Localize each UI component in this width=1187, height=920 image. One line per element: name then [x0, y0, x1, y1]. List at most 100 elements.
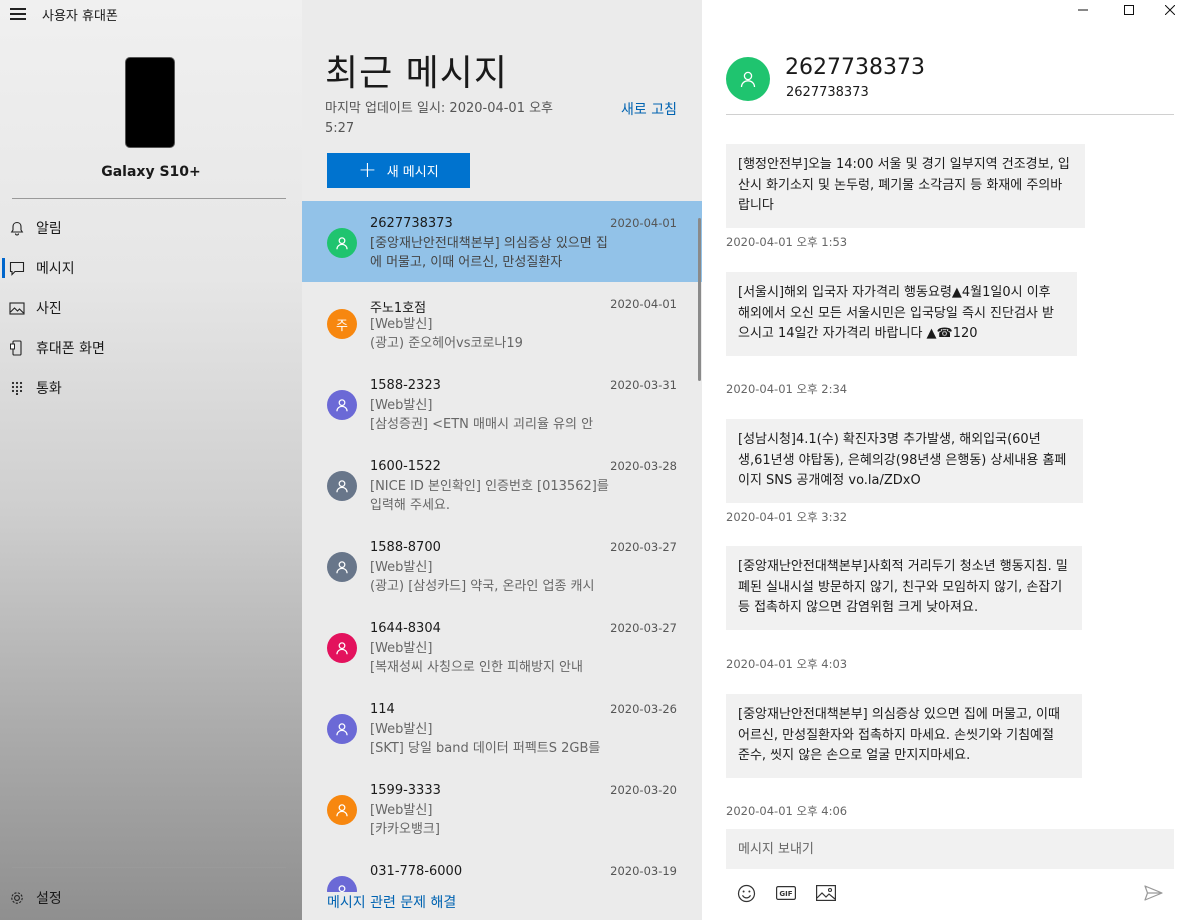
conversation-preview: [Web발신] [복재성씨 사칭으로 인한 피해방지 안내	[370, 641, 583, 675]
person-icon	[740, 71, 756, 88]
gear-icon	[0, 890, 36, 906]
nav-divider	[12, 198, 286, 199]
conversation-date: 2020-03-28	[610, 459, 677, 473]
conversation-item[interactable]: 114 2020-03-26 [Web발신] [SKT] 당일 band 데이터 퍼…	[302, 687, 702, 768]
nav-item-label: 통화	[36, 381, 62, 397]
conversation-name: 1599-3333	[370, 783, 441, 798]
conversation-preview: [NICE ID 본인확인] 인증번호 [013562]를 입력해 주세요.	[370, 479, 609, 513]
message-timestamp: 2020-04-01 오후 3:32	[726, 510, 848, 524]
nav-item-notifications[interactable]: 알림	[0, 209, 302, 247]
page-title: 최근 메시지	[325, 53, 509, 94]
navigation-pane: 사용자 휴대폰 Galaxy S10+ 알림 메시지 사진 휴대폰 화면 통화	[0, 0, 302, 920]
nav-item-label: 메시지	[36, 261, 75, 277]
close-icon[interactable]	[1152, 0, 1187, 20]
conversation-preview: [중앙재난안전대책본부] 의심증상 있으면 집에 머물고, 이때 어르신, 만성…	[370, 236, 608, 270]
device-name: Galaxy S10+	[101, 164, 201, 180]
contact-avatar	[327, 633, 357, 663]
dialpad-icon	[0, 381, 36, 395]
message-bubble[interactable]: [행정안전부]오늘 14:00 서울 및 경기 일부지역 건조경보, 입산시 화…	[726, 144, 1085, 228]
contact-avatar	[327, 390, 357, 420]
send-icon[interactable]	[1142, 883, 1164, 903]
compose-input[interactable]	[726, 829, 1174, 869]
maximize-icon[interactable]	[1106, 0, 1152, 20]
nav-divider	[12, 867, 286, 868]
conversation-preview: [Web발신] (광고) 준오헤어vs코로나19	[370, 317, 523, 351]
message-timestamp: 2020-04-01 오후 4:03	[726, 657, 848, 671]
person-icon	[335, 398, 349, 412]
new-message-label: 새 메시지	[386, 165, 439, 180]
person-icon	[335, 803, 349, 817]
header-divider	[726, 114, 1174, 115]
nav-item-label: 휴대폰 화면	[36, 341, 105, 357]
refresh-link[interactable]: 새로 고침	[621, 99, 677, 119]
nav-item-calls[interactable]: 통화	[0, 369, 302, 407]
conversation-date: 2020-04-01	[610, 297, 677, 311]
nav-item-phone-screen[interactable]: 휴대폰 화면	[0, 329, 302, 367]
conversation-name: 031-778-6000	[370, 864, 463, 879]
conversation-name: 1588-2323	[370, 378, 441, 393]
conversation-item[interactable]: 1600-1522 2020-03-28 [NICE ID 본인확인] 인증번호 […	[302, 444, 702, 525]
phone-image	[125, 57, 175, 148]
settings-label: 설정	[36, 891, 62, 907]
bell-icon	[0, 221, 36, 236]
contact-avatar: 주	[327, 309, 357, 339]
conversation-name: 1600-1522	[370, 459, 441, 474]
contact-name: 2627738373	[785, 55, 925, 80]
conversation-item[interactable]: 2627738373 2020-04-01 [중앙재난안전대책본부] 의심증상 있으…	[302, 201, 702, 282]
conversation-preview: [Web발신] [SKT] 당일 band 데이터 퍼펙트S 2GB를	[370, 722, 601, 756]
chat-icon	[0, 261, 36, 276]
person-icon	[335, 479, 349, 493]
message-bubble[interactable]: [성남시청]4.1(수) 확진자3명 추가발생, 해외입국(60년생,61년생 …	[726, 419, 1083, 503]
conversation-preview: [Web발신] (광고) [삼성카드] 약국, 온라인 업종 캐시	[370, 560, 595, 594]
phone-screen-icon	[0, 340, 36, 356]
gif-icon[interactable]: GIF	[775, 883, 797, 903]
conversation-name: 2627738373	[370, 216, 453, 231]
contact-avatar	[327, 228, 357, 258]
conversation-list: 2627738373 2020-04-01 [중앙재난안전대책본부] 의심증상 있으…	[302, 201, 702, 920]
contact-avatar	[327, 795, 357, 825]
nav-item-label: 알림	[36, 221, 62, 237]
hamburger-menu-icon[interactable]	[10, 8, 26, 20]
conversation-name: 1588-8700	[370, 540, 441, 555]
minimize-icon[interactable]	[1060, 0, 1106, 20]
conversation-item[interactable]: 1644-8304 2020-03-27 [Web발신] [복재성씨 사칭으로 인한…	[302, 606, 702, 687]
avatar-initial: 주	[336, 318, 348, 334]
nav-item-photos[interactable]: 사진	[0, 289, 302, 327]
scrollbar[interactable]	[698, 218, 701, 381]
message-bubble[interactable]: [중앙재난안전대책본부] 의심증상 있으면 집에 머물고, 이때 어르신, 만성…	[726, 694, 1082, 778]
conversation-name: 114	[370, 702, 395, 717]
conversation-name: 1644-8304	[370, 621, 441, 636]
person-icon	[335, 641, 349, 655]
nav-item-label: 사진	[36, 301, 62, 317]
person-icon	[335, 560, 349, 574]
contact-number: 2627738373	[786, 85, 869, 100]
message-timestamp: 2020-04-01 오후 4:06	[726, 804, 848, 818]
contact-avatar	[327, 471, 357, 501]
conversation-date: 2020-03-26	[610, 702, 677, 716]
new-message-button[interactable]: + 새 메시지	[327, 153, 470, 188]
contact-avatar	[327, 552, 357, 582]
person-icon	[335, 722, 349, 736]
nav-item-settings[interactable]: 설정	[0, 879, 302, 917]
nav-item-messages[interactable]: 메시지	[0, 249, 302, 287]
contact-avatar	[726, 57, 770, 101]
troubleshoot-link[interactable]: 메시지 관련 문제 해결	[327, 892, 697, 920]
conversation-date: 2020-04-01	[610, 216, 677, 230]
message-timestamp: 2020-04-01 오후 2:34	[726, 382, 848, 396]
svg-text:GIF: GIF	[779, 890, 792, 898]
conversation-item[interactable]: 주 주노1호점 2020-04-01 [Web발신] (광고) 준오헤어vs코로나19	[302, 282, 702, 363]
message-bubble[interactable]: [서울시]해외 입국자 자가격리 행동요령▲4월1일0시 이후 해외에서 오신 …	[726, 272, 1077, 356]
conversation-item[interactable]: 1588-2323 2020-03-31 [Web발신] [삼성증권] <ETN 매…	[302, 363, 702, 444]
plus-icon: +	[358, 157, 377, 183]
conversation-item[interactable]: 1588-8700 2020-03-27 [Web발신] (광고) [삼성카드] 약…	[302, 525, 702, 606]
app-title: 사용자 휴대폰	[42, 9, 118, 24]
conversation-pane: 2627738373 2627738373 [행정안전부]오늘 14:00 서울…	[702, 0, 1187, 920]
conversation-preview: [Web발신] [삼성증권] <ETN 매매시 괴리율 유의 안	[370, 398, 594, 432]
conversation-date: 2020-03-27	[610, 621, 677, 635]
conversation-item[interactable]: 1599-3333 2020-03-20 [Web발신] [카카오뱅크]	[302, 768, 702, 849]
last-updated-text: 마지막 업데이트 일시: 2020-04-01 오후 5:27	[325, 101, 554, 136]
emoji-icon[interactable]	[735, 883, 757, 903]
conversation-date: 2020-03-20	[610, 783, 677, 797]
image-icon[interactable]	[815, 883, 837, 903]
message-bubble[interactable]: [중앙재난안전대책본부]사회적 거리두기 청소년 행동지침. 밀폐된 실내시설 …	[726, 546, 1082, 630]
